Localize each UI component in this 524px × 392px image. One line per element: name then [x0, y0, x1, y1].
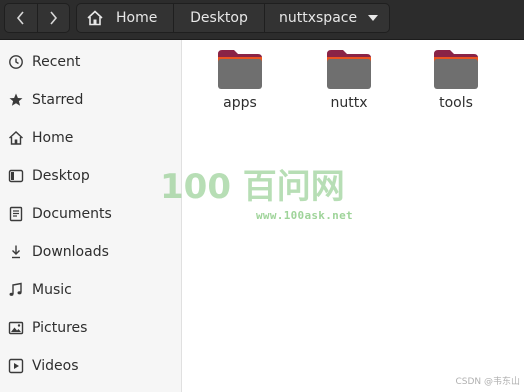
- chevron-left-icon: [16, 11, 24, 25]
- navigation-buttons: [4, 3, 70, 33]
- sidebar-item-label: Home: [32, 130, 74, 146]
- back-button[interactable]: [5, 4, 37, 32]
- sidebar-item-music[interactable]: Music: [0, 271, 181, 309]
- folder-name: nuttx: [330, 95, 368, 111]
- picture-icon: [8, 320, 24, 336]
- sidebar-item-documents[interactable]: Documents: [0, 195, 181, 233]
- path-bar: Home Desktop nuttxspace: [76, 3, 390, 33]
- sidebar-item-downloads[interactable]: Downloads: [0, 233, 181, 271]
- video-icon: [8, 358, 24, 374]
- home-icon: [8, 130, 24, 146]
- sidebar-item-pictures[interactable]: Pictures: [0, 309, 181, 347]
- sidebar-item-label: Downloads: [32, 244, 109, 260]
- header-bar: Home Desktop nuttxspace: [0, 0, 524, 40]
- home-icon: [87, 10, 103, 26]
- sidebar-item-recent[interactable]: Recent: [0, 43, 181, 81]
- breadcrumb-label: Home: [116, 10, 158, 26]
- folder-icon: [218, 50, 262, 89]
- document-icon: [8, 206, 24, 222]
- watermark-url: www.100ask.net: [256, 209, 353, 222]
- chevron-right-icon: [50, 11, 58, 25]
- sidebar-item-videos[interactable]: Videos: [0, 347, 181, 385]
- folder-item-nuttx[interactable]: nuttx: [309, 48, 389, 118]
- folder-item-tools[interactable]: tools: [416, 48, 496, 118]
- file-view: apps nuttx tools: [183, 40, 524, 392]
- sidebar-item-label: Pictures: [32, 320, 88, 336]
- music-icon: [8, 282, 24, 298]
- folder-icon: [434, 50, 478, 89]
- svg-text:100 百问网: 100 百问网: [160, 168, 345, 202]
- sidebar-item-starred[interactable]: Starred: [0, 81, 181, 119]
- watermark-credit: CSDN @韦东山: [455, 377, 520, 387]
- folder-name: apps: [223, 95, 257, 111]
- folder-icon: [327, 50, 371, 89]
- sidebar: Recent Starred Home Desktop Documents Do…: [0, 40, 182, 392]
- forward-button[interactable]: [36, 4, 69, 32]
- sidebar-item-label: Recent: [32, 54, 81, 70]
- download-icon: [8, 244, 24, 260]
- breadcrumb-home[interactable]: Home: [77, 4, 174, 32]
- breadcrumb-desktop[interactable]: Desktop: [174, 4, 265, 32]
- chevron-down-icon[interactable]: [368, 15, 378, 21]
- breadcrumb-label: Desktop: [190, 10, 248, 26]
- desktop-icon: [8, 168, 24, 184]
- folder-item-apps[interactable]: apps: [200, 48, 280, 118]
- sidebar-item-label: Videos: [32, 358, 79, 374]
- breadcrumb-current-folder[interactable]: nuttxspace: [265, 4, 389, 32]
- clock-icon: [8, 54, 24, 70]
- watermark-logo: 100 百问网: [160, 168, 345, 202]
- sidebar-item-label: Music: [32, 282, 72, 298]
- folder-name: tools: [439, 95, 473, 111]
- sidebar-item-label: Starred: [32, 92, 84, 108]
- star-icon: [8, 92, 24, 108]
- sidebar-item-home[interactable]: Home: [0, 119, 181, 157]
- sidebar-item-desktop[interactable]: Desktop: [0, 157, 181, 195]
- sidebar-item-label: Desktop: [32, 168, 90, 184]
- breadcrumb-label: nuttxspace: [279, 10, 358, 26]
- sidebar-item-label: Documents: [32, 206, 112, 222]
